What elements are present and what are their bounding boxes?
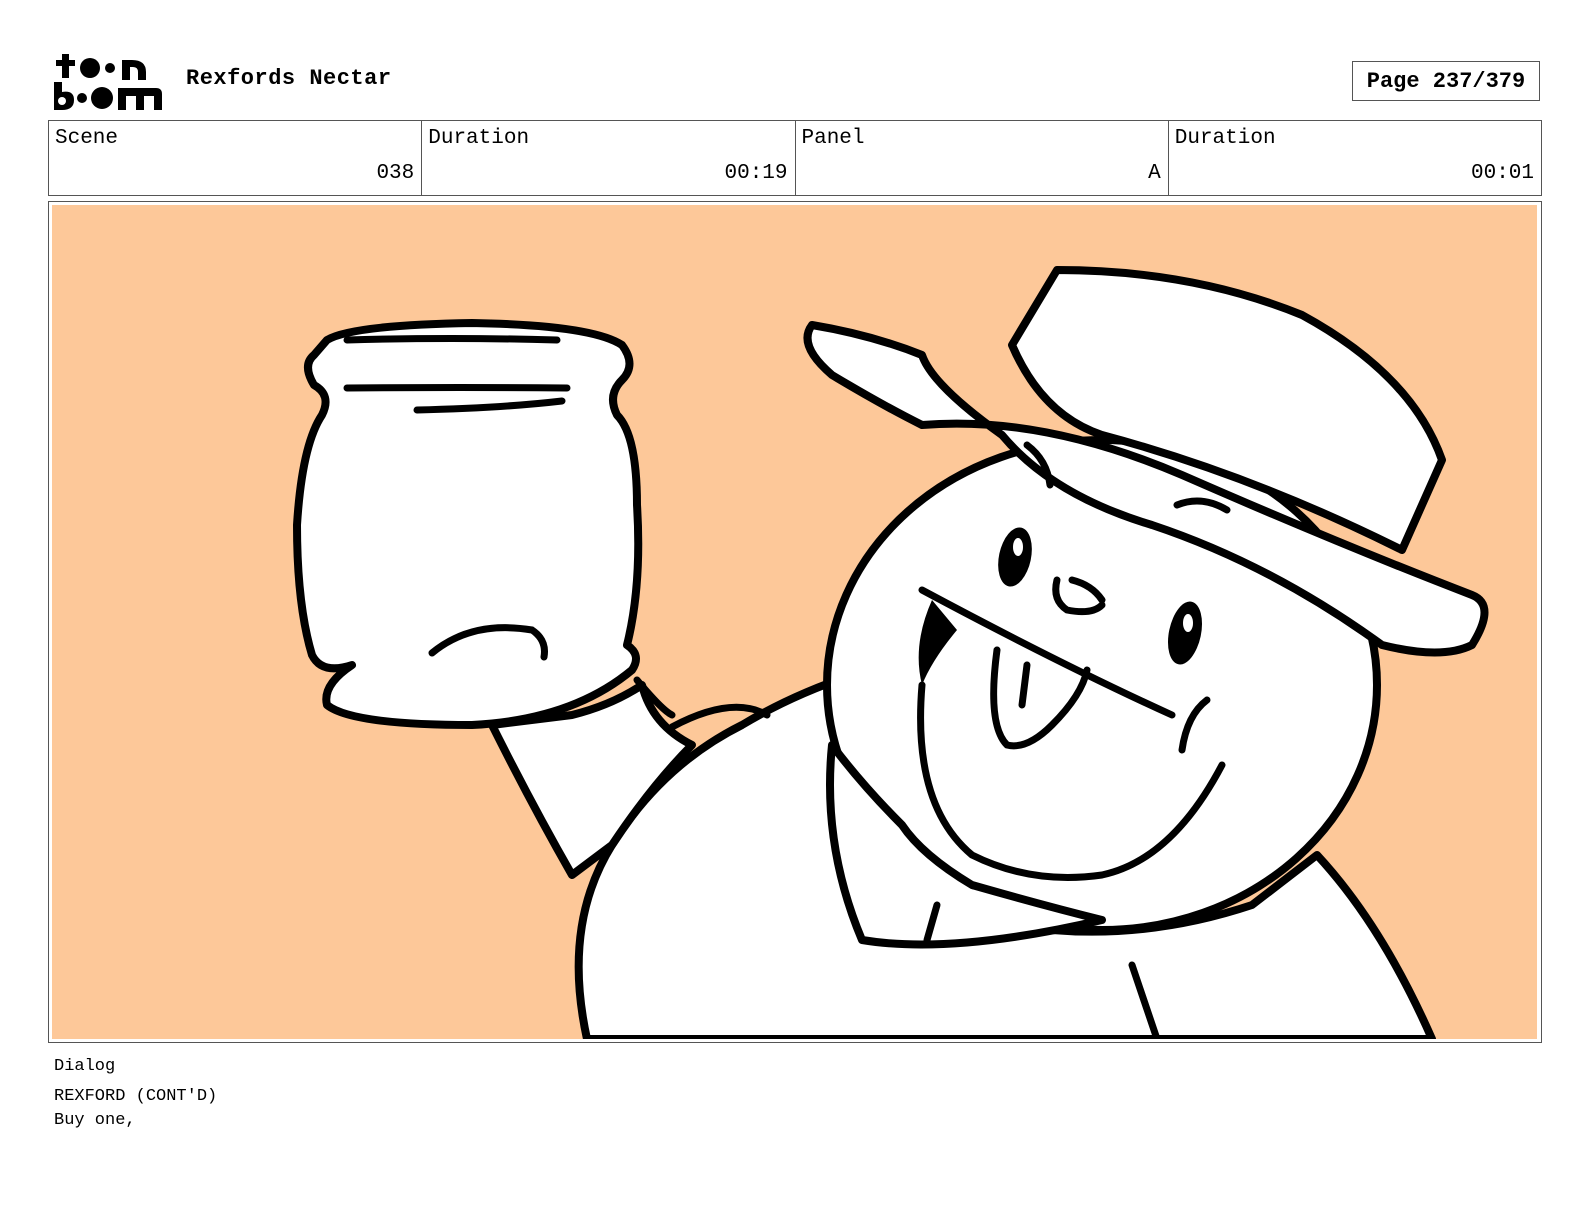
logo-b-hole <box>58 97 66 105</box>
toon-boom-logo <box>52 52 164 112</box>
jar-lid-line-2 <box>343 384 571 392</box>
panel-label: Panel <box>801 127 865 150</box>
logo-o-2 <box>105 63 115 73</box>
tongue-line <box>1018 661 1031 709</box>
page-number-badge: Page 237/379 <box>1352 61 1540 101</box>
storyboard-panel <box>48 201 1542 1043</box>
left-eye-highlight <box>1013 538 1023 556</box>
scene-value: 038 <box>376 162 415 185</box>
jar-lid-line-1 <box>343 335 561 344</box>
panel-cell: Panel A <box>796 121 1169 195</box>
jar <box>293 319 643 729</box>
panel-artwork <box>52 205 1537 1039</box>
logo-n <box>122 60 146 80</box>
scene-cell: Scene 038 <box>49 121 423 195</box>
dialog-speaker: REXFORD (CONT'D) <box>54 1087 218 1106</box>
scene-duration-cell: Duration 00:19 <box>422 121 796 195</box>
toon-boom-logo-icon <box>54 54 162 110</box>
scene-duration-value: 00:19 <box>724 162 788 185</box>
panel-duration-cell: Duration 00:01 <box>1169 121 1541 195</box>
logo-b <box>54 82 74 110</box>
panel-value: A <box>1148 162 1161 185</box>
project-title: Rexfords Nectar <box>186 66 392 91</box>
right-eye-highlight <box>1183 614 1193 632</box>
logo-m <box>118 88 162 110</box>
panel-duration-value: 00:01 <box>1470 162 1534 185</box>
logo-o-1 <box>80 58 100 78</box>
logo-t-bar <box>56 60 75 66</box>
scene-label: Scene <box>55 127 119 150</box>
scene-duration-label: Duration <box>428 127 530 150</box>
logo-o-3 <box>77 93 87 103</box>
panel-drawing <box>293 266 1489 1039</box>
dialog-label: Dialog <box>54 1057 116 1076</box>
scene-info-table: Scene 038 Duration 00:19 Panel A Duratio… <box>48 120 1542 196</box>
logo-o-4 <box>91 87 113 109</box>
panel-duration-label: Duration <box>1174 127 1276 150</box>
dialog-line: Buy one, <box>54 1111 136 1130</box>
